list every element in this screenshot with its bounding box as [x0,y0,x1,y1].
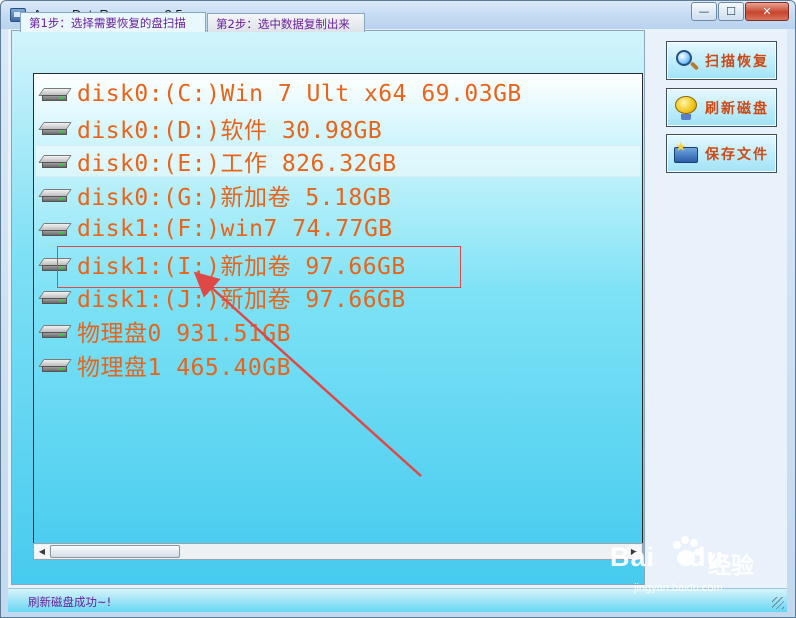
baidu-watermark: Bai du 经验 jingyan.baidu.com [610,532,790,602]
annotation-arrow-icon [193,271,422,477]
watermark-url: jingyan.baidu.com [634,582,723,594]
paw-icon [673,536,702,566]
watermark-cn-text: 经验 [708,553,754,579]
